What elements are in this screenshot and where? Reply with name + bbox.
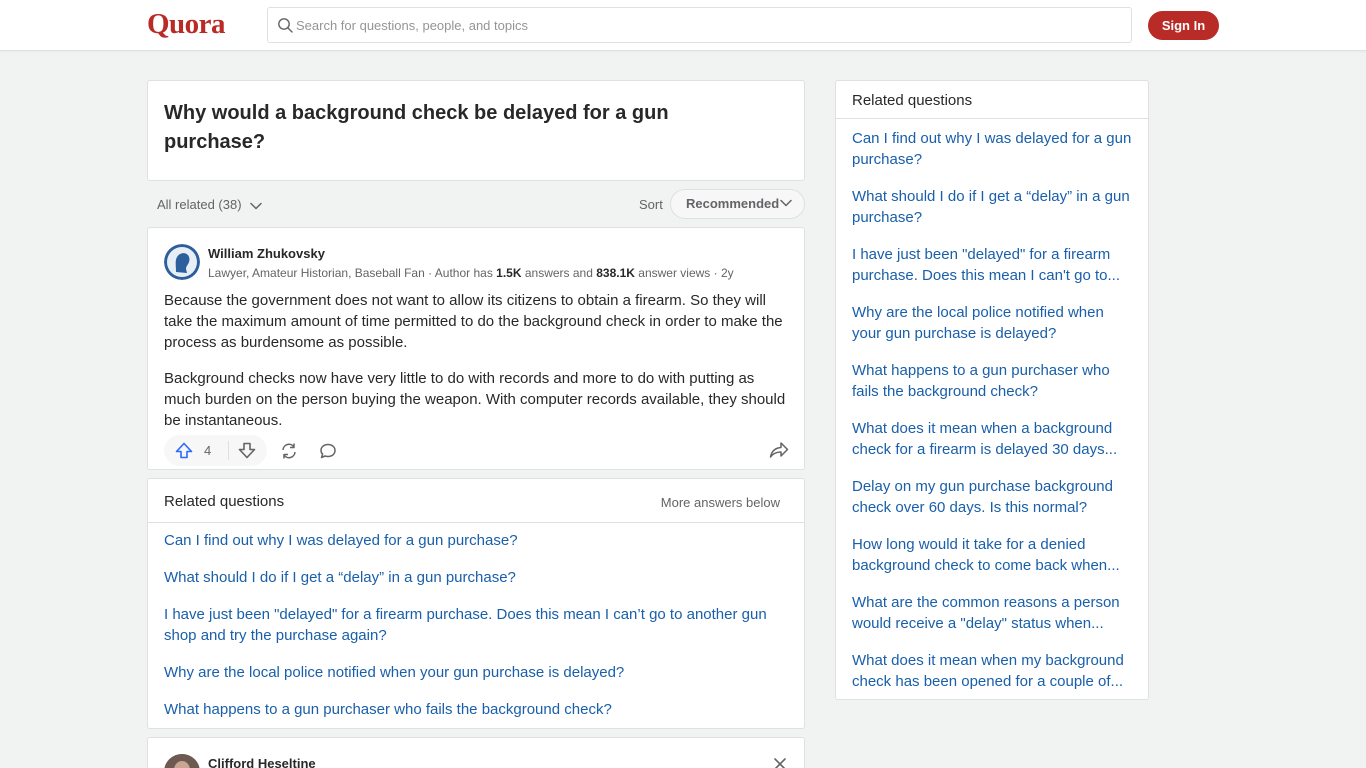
credential-text: Lawyer, Amateur Historian, Baseball Fan … — [208, 266, 497, 280]
author-credentials: Lawyer, Amateur Historian, Baseball Fan … — [208, 266, 734, 280]
sidebar-title: Related questions — [852, 92, 973, 109]
reshare-icon[interactable] — [280, 442, 298, 460]
upvote-icon[interactable] — [175, 442, 193, 459]
question-title: Why would a background check be delayed … — [164, 102, 669, 153]
quora-logo[interactable]: Quora — [147, 8, 226, 41]
related-question-link[interactable]: Why are the local police notified when y… — [164, 662, 784, 683]
credential-text: answer views · 2y — [634, 266, 734, 280]
sidebar-question-link[interactable]: What does it mean when my background che… — [852, 650, 1136, 692]
chevron-down-icon — [780, 199, 792, 207]
related-question-link[interactable]: I have just been "delayed" for a firearm… — [164, 604, 784, 646]
answer-filter-bar: All related (38) Sort Recommended — [147, 189, 805, 219]
answers-count: 1.5K — [496, 266, 522, 280]
sidebar-question-link[interactable]: Delay on my gun purchase background chec… — [852, 476, 1136, 518]
vote-divider — [228, 441, 229, 460]
related-questions-header: Related questions More answers below — [148, 479, 804, 523]
comment-icon[interactable] — [319, 442, 337, 460]
related-questions-title: Related questions — [164, 493, 285, 510]
sidebar-question-link[interactable]: How long would it take for a denied back… — [852, 534, 1136, 576]
user-silhouette-icon — [164, 244, 200, 280]
question-card: Why would a background check be delayed … — [147, 80, 805, 181]
sidebar-header: Related questions — [836, 81, 1148, 119]
sidebar-question-link[interactable]: I have just been "delayed" for a firearm… — [852, 244, 1136, 286]
share-icon[interactable] — [769, 441, 789, 459]
sidebar-questions-list: Can I find out why I was delayed for a g… — [852, 128, 1136, 708]
sidebar-question-link[interactable]: What happens to a gun purchaser who fail… — [852, 360, 1136, 402]
close-icon[interactable] — [773, 757, 787, 768]
credential-text: answers and — [521, 266, 597, 280]
sidebar-question-link[interactable]: Can I find out why I was delayed for a g… — [852, 128, 1136, 170]
related-question-link[interactable]: What happens to a gun purchaser who fail… — [164, 699, 784, 720]
related-question-link[interactable]: Can I find out why I was delayed for a g… — [164, 530, 784, 551]
sort-label: Sort — [639, 197, 663, 212]
sort-value: Recommended — [686, 196, 780, 211]
upvote-count: 4 — [204, 443, 212, 458]
author-avatar[interactable] — [164, 244, 200, 280]
sidebar-related-questions: Related questions Can I find out why I w… — [835, 80, 1149, 700]
top-bar: Quora Sign In — [0, 0, 1366, 51]
author-avatar[interactable] — [164, 754, 200, 768]
views-count: 838.1K — [596, 266, 635, 280]
sidebar-question-link[interactable]: What are the common reasons a person wou… — [852, 592, 1136, 634]
search-icon — [278, 18, 293, 33]
search-box[interactable] — [267, 7, 1132, 43]
related-questions-card: Related questions More answers below Can… — [147, 478, 805, 729]
answer-card: William Zhukovsky Lawyer, Amateur Histor… — [147, 227, 805, 470]
related-question-link[interactable]: What should I do if I get a “delay” in a… — [164, 567, 784, 588]
author-name[interactable]: William Zhukovsky — [208, 246, 325, 261]
author-name[interactable]: Clifford Heseltine — [208, 756, 316, 768]
sort-dropdown[interactable]: Recommended — [670, 189, 805, 219]
vote-pill: 4 — [164, 435, 267, 466]
chevron-down-icon — [250, 202, 262, 209]
sidebar-question-link[interactable]: What does it mean when a background chec… — [852, 418, 1136, 460]
sidebar-question-link[interactable]: What should I do if I get a “delay” in a… — [852, 186, 1136, 228]
related-questions-list: Can I find out why I was delayed for a g… — [164, 530, 784, 736]
all-related-label: All related (38) — [157, 197, 242, 212]
sign-in-button[interactable]: Sign In — [1148, 11, 1219, 40]
sidebar-question-link[interactable]: Why are the local police notified when y… — [852, 302, 1136, 344]
answer-card: Clifford Heseltine — [147, 737, 805, 768]
all-related-dropdown[interactable]: All related (38) — [157, 197, 262, 212]
answer-body: Because the government does not want to … — [164, 290, 792, 446]
downvote-icon[interactable] — [238, 442, 256, 459]
more-answers-below: More answers below — [660, 495, 780, 510]
answer-paragraph: Background checks now have very little t… — [164, 370, 786, 429]
user-photo-icon — [164, 754, 200, 768]
search-input[interactable] — [296, 8, 1116, 42]
answer-paragraph: Because the government does not want to … — [164, 292, 783, 351]
